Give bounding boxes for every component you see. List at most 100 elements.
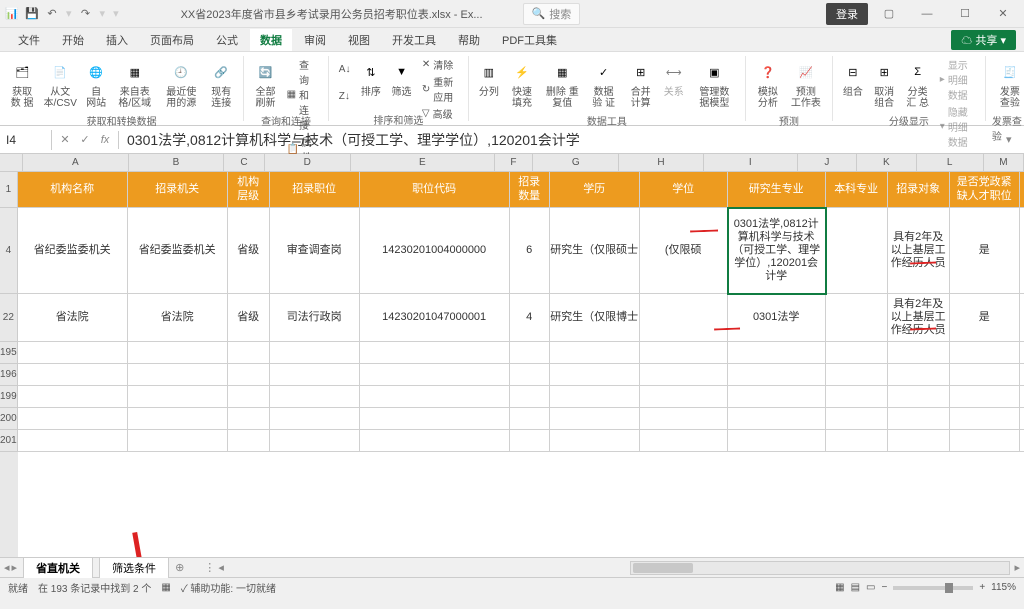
search-box[interactable]: 🔍 搜索: [523, 3, 581, 25]
row-header[interactable]: 201: [0, 430, 18, 452]
cell[interactable]: 机构 层级: [228, 172, 270, 208]
cell[interactable]: [128, 386, 228, 408]
cell[interactable]: 学位: [640, 172, 728, 208]
cell[interactable]: 学历: [550, 172, 640, 208]
cell[interactable]: [18, 364, 128, 386]
showdetail-button[interactable]: ▸ 显示明细数据: [936, 56, 979, 103]
cell[interactable]: [128, 430, 228, 452]
cell[interactable]: 招录职位: [270, 172, 360, 208]
cell[interactable]: [550, 408, 640, 430]
cell[interactable]: [826, 342, 888, 364]
cell[interactable]: 0301法学: [728, 294, 826, 342]
group-button[interactable]: ⊟组合: [839, 56, 867, 100]
cell[interactable]: [360, 430, 510, 452]
subtotal-button[interactable]: Σ分类汇 总: [902, 56, 934, 111]
cell[interactable]: [950, 364, 1020, 386]
col-header[interactable]: L: [917, 154, 984, 171]
consolidate-button[interactable]: ⊞合并计算: [624, 56, 658, 111]
cell[interactable]: [1020, 408, 1024, 430]
cell[interactable]: [640, 364, 728, 386]
cell[interactable]: [550, 386, 640, 408]
row-header[interactable]: 200: [0, 408, 18, 430]
cell[interactable]: [1020, 430, 1024, 452]
expand-formula-icon[interactable]: ▾: [1006, 133, 1024, 146]
tab-review[interactable]: 审阅: [294, 29, 336, 51]
maximize-icon[interactable]: ☐: [948, 3, 982, 25]
sort-button[interactable]: ⇅排序: [356, 56, 385, 100]
advanced-button[interactable]: ▽ 高级: [418, 105, 462, 122]
undo-icon[interactable]: ↶: [44, 6, 60, 22]
cell[interactable]: [888, 364, 950, 386]
cell[interactable]: [728, 386, 826, 408]
tab-file[interactable]: 文件: [8, 29, 50, 51]
cell[interactable]: [826, 294, 888, 342]
row-header[interactable]: 199: [0, 386, 18, 408]
cell[interactable]: [826, 408, 888, 430]
cell[interactable]: 司法行政岗: [270, 294, 360, 342]
cell[interactable]: 6: [510, 208, 550, 294]
cancel-formula-icon[interactable]: ✕: [56, 131, 74, 149]
cell[interactable]: 是: [950, 208, 1020, 294]
cell[interactable]: [228, 364, 270, 386]
cell[interactable]: 具有2年及以上基层工作经历人员: [888, 208, 950, 294]
cell[interactable]: [510, 408, 550, 430]
cell[interactable]: [1020, 364, 1024, 386]
cell[interactable]: 招录对象: [888, 172, 950, 208]
cell[interactable]: 省纪委监委机关: [18, 208, 128, 294]
cell[interactable]: [550, 430, 640, 452]
clear-button[interactable]: ✕ 清除: [418, 56, 462, 73]
cell[interactable]: [1020, 208, 1024, 294]
cell[interactable]: 具有2年及以上基层工作经历人员: [888, 294, 950, 342]
cell[interactable]: [728, 430, 826, 452]
confirm-formula-icon[interactable]: ✓: [76, 131, 94, 149]
cell[interactable]: [826, 386, 888, 408]
view-layout-icon[interactable]: ▤: [851, 582, 860, 593]
cell[interactable]: [18, 430, 128, 452]
recent-button[interactable]: 🕘最近使 用的源: [159, 56, 203, 111]
cell[interactable]: [640, 386, 728, 408]
cell[interactable]: 招录机关: [128, 172, 228, 208]
cell[interactable]: [826, 430, 888, 452]
cell[interactable]: [18, 408, 128, 430]
row-header[interactable]: 1: [0, 172, 18, 208]
cell[interactable]: [728, 342, 826, 364]
cell[interactable]: [128, 408, 228, 430]
cell[interactable]: [510, 364, 550, 386]
tab-view[interactable]: 视图: [338, 29, 380, 51]
cell[interactable]: [270, 408, 360, 430]
tab-pdf[interactable]: PDF工具集: [492, 29, 567, 51]
zoom-level[interactable]: 115%: [991, 582, 1016, 593]
cell[interactable]: [228, 342, 270, 364]
cell[interactable]: [18, 386, 128, 408]
cell[interactable]: [826, 364, 888, 386]
row-header[interactable]: 4: [0, 208, 18, 294]
tab-insert[interactable]: 插入: [96, 29, 138, 51]
filter-button[interactable]: ▼筛选: [387, 56, 416, 100]
texttocol-button[interactable]: ▥分列: [475, 56, 503, 100]
validation-button[interactable]: ✓数据验 证: [586, 56, 622, 111]
cell[interactable]: [1020, 386, 1024, 408]
col-header[interactable]: I: [704, 154, 798, 171]
cell[interactable]: [950, 408, 1020, 430]
col-header[interactable]: M: [984, 154, 1024, 171]
cell[interactable]: (仅限硕: [640, 208, 728, 294]
cell[interactable]: 4: [510, 294, 550, 342]
existing-button[interactable]: 🔗现有 连接: [205, 56, 237, 111]
fx-icon[interactable]: fx: [96, 131, 114, 149]
hidedetail-button[interactable]: ▾ 隐藏明细数据: [936, 103, 979, 150]
cell[interactable]: [950, 430, 1020, 452]
cell[interactable]: [640, 408, 728, 430]
cell[interactable]: 省法院: [18, 294, 128, 342]
cell[interactable]: 审查调查岗: [270, 208, 360, 294]
col-header[interactable]: E: [351, 154, 495, 171]
col-header[interactable]: C: [224, 154, 264, 171]
invoice-button[interactable]: 🧾发票 查验: [992, 56, 1024, 111]
cell[interactable]: [826, 208, 888, 294]
refreshall-button[interactable]: 🔄全部刷新: [250, 56, 280, 111]
tab-help[interactable]: 帮助: [448, 29, 490, 51]
cell[interactable]: [510, 430, 550, 452]
cell[interactable]: [550, 342, 640, 364]
col-header[interactable]: D: [265, 154, 351, 171]
cell[interactable]: 省级: [228, 294, 270, 342]
select-all-corner[interactable]: [0, 154, 23, 171]
